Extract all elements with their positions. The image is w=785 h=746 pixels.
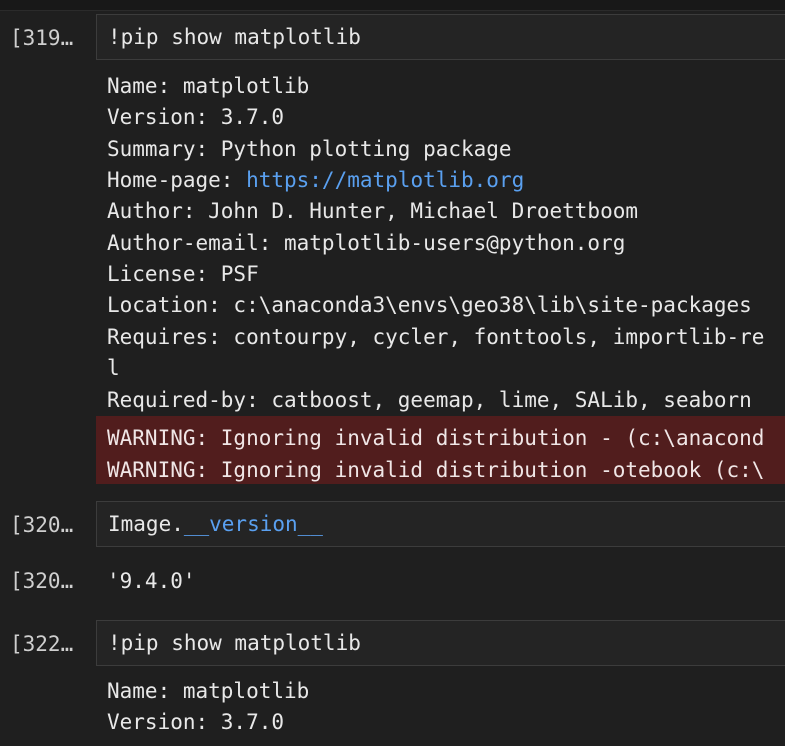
output-version: Version: 3.7.0 <box>107 710 285 734</box>
output-version: Version: 3.7.0 <box>107 105 285 129</box>
output-required-by: Required-by: catboost, geemap, lime, SAL… <box>107 388 752 412</box>
output-result: '9.4.0' <box>107 569 196 593</box>
output-author: Author: John D. Hunter, Michael Droettbo… <box>107 199 639 223</box>
execution-count: [320… <box>10 513 74 537</box>
warning-line: WARNING: Ignoring invalid distribution -… <box>107 426 765 450</box>
output-homepage: Home-page: https://matplotlib.org <box>107 168 524 192</box>
output-location: Location: c:\anaconda3\envs\geo38\lib\si… <box>107 293 752 317</box>
output-license: License: PSF <box>107 262 259 286</box>
homepage-label: Home-page: <box>107 168 247 192</box>
output-summary: Summary: Python plotting package <box>107 137 512 161</box>
warning-line: WARNING: Ignoring invalid distribution -… <box>107 458 765 482</box>
code-text: !pip show matplotlib <box>108 25 361 49</box>
code-text: Image.__version__ <box>108 512 323 536</box>
code-cell-input[interactable]: !pip show matplotlib <box>96 620 785 666</box>
top-divider <box>0 0 785 11</box>
code-text: !pip show matplotlib <box>108 631 361 655</box>
code-attribute: __version__ <box>183 512 323 536</box>
output-author-email: Author-email: matplotlib-users@python.or… <box>107 231 626 255</box>
code-object: Image. <box>108 512 184 536</box>
output-name: Name: matplotlib <box>107 74 310 98</box>
homepage-link[interactable]: https://matplotlib.org <box>246 168 524 192</box>
execution-count: [319… <box>10 26 74 50</box>
execution-count: [322… <box>10 632 74 656</box>
output-execution-count: [320… <box>10 569 74 593</box>
code-cell-input[interactable]: Image.__version__ <box>96 501 785 547</box>
code-cell-input[interactable]: !pip show matplotlib <box>96 14 785 60</box>
output-requires: Requires: contourpy, cycler, fonttools, … <box>107 325 765 349</box>
output-name: Name: matplotlib <box>107 679 310 703</box>
output-requires-wrap: l <box>107 356 120 380</box>
